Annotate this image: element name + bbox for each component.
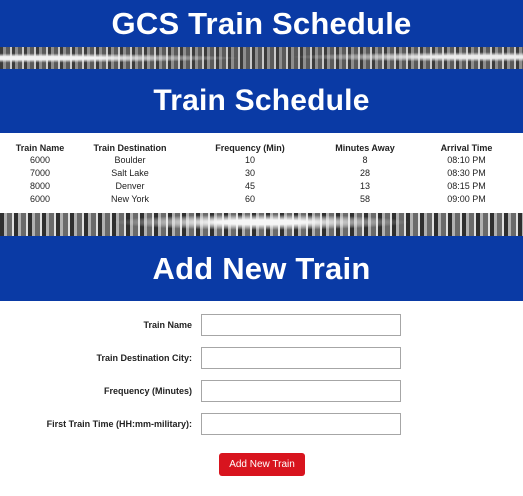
cell-arrival-time: 08:15 PM	[447, 181, 486, 191]
destination-label: Train Destination City:	[96, 353, 192, 363]
column-header-minutes-away: Minutes Away	[335, 143, 395, 153]
frequency-label: Frequency (Minutes)	[103, 386, 192, 396]
form-row-first-train-time: First Train Time (HH:mm-military):	[0, 413, 523, 437]
train-name-label: Train Name	[143, 320, 192, 330]
column-header-train-name: Train Name	[15, 143, 65, 153]
cell-train-name: 8000	[29, 181, 51, 191]
first-train-time-label: First Train Time (HH:mm-military):	[46, 419, 192, 429]
train-name-input[interactable]	[201, 314, 401, 336]
cell-destination: Boulder	[114, 155, 146, 165]
column-header-arrival-time: Arrival Time	[440, 143, 493, 153]
first-train-time-input[interactable]	[201, 413, 401, 435]
add-new-train-button[interactable]: Add New Train	[219, 453, 305, 476]
cell-destination: New York	[110, 194, 150, 204]
schedule-table-container: Train Name Train Destination Frequency (…	[0, 133, 523, 213]
table-row: 6000 Boulder 10 8 08:10 PM	[0, 154, 523, 167]
cell-destination: Denver	[115, 181, 145, 191]
cell-arrival-time: 09:00 PM	[447, 194, 486, 204]
schedule-heading: Train Schedule	[0, 69, 523, 133]
add-train-form: Train Name Train Destination City: Frequ…	[0, 301, 523, 496]
form-row-train-name: Train Name	[0, 314, 523, 338]
destination-input[interactable]	[201, 347, 401, 369]
cell-train-name: 6000	[29, 194, 51, 204]
station-photo-banner	[0, 213, 523, 236]
cell-minutes-away: 58	[359, 194, 370, 204]
cell-frequency: 45	[244, 181, 255, 191]
table-row: 6000 New York 60 58 09:00 PM	[0, 193, 523, 206]
cell-destination: Salt Lake	[111, 168, 149, 178]
cell-arrival-time: 08:30 PM	[447, 168, 486, 178]
column-header-frequency: Frequency (Min)	[215, 143, 285, 153]
station-photo-banner	[0, 47, 523, 69]
cell-train-name: 6000	[29, 155, 51, 165]
cell-frequency: 60	[244, 194, 255, 204]
cell-minutes-away: 8	[362, 155, 368, 165]
cell-minutes-away: 28	[359, 168, 370, 178]
cell-frequency: 10	[244, 155, 255, 165]
cell-arrival-time: 08:10 PM	[447, 155, 486, 165]
form-row-frequency: Frequency (Minutes)	[0, 380, 523, 404]
frequency-input[interactable]	[201, 380, 401, 402]
form-row-destination: Train Destination City:	[0, 347, 523, 371]
table-header-row: Train Name Train Destination Frequency (…	[0, 133, 523, 154]
page-title: GCS Train Schedule	[0, 0, 523, 47]
column-header-destination: Train Destination	[93, 143, 167, 153]
add-train-heading: Add New Train	[0, 236, 523, 301]
cell-frequency: 30	[244, 168, 255, 178]
table-row: 7000 Salt Lake 30 28 08:30 PM	[0, 167, 523, 180]
cell-train-name: 7000	[29, 168, 51, 178]
table-row: 8000 Denver 45 13 08:15 PM	[0, 180, 523, 193]
cell-minutes-away: 13	[359, 181, 370, 191]
schedule-table: Train Name Train Destination Frequency (…	[0, 133, 523, 206]
